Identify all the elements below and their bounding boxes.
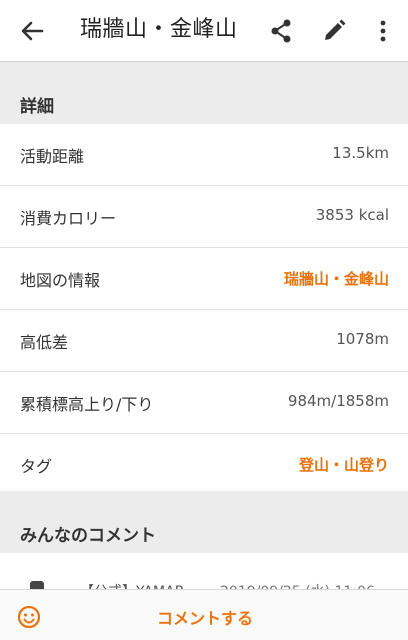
edit-pencil-icon[interactable] [320,17,348,45]
comment-button[interactable]: コメントする [130,605,280,629]
detail-value: 984m/1858m [287,392,389,410]
avatar [30,581,44,589]
detail-label: 高低差 [20,333,69,352]
detail-label: 地図の情報 [20,271,101,290]
tag-link[interactable]: 登山・山登り [299,454,389,475]
app-bar: 瑞牆山・金峰山 [0,0,408,62]
comments-section-header: みんなのコメント [0,491,408,553]
share-icon[interactable] [267,17,295,45]
comments-heading: みんなのコメント [20,526,156,546]
detail-value: 13.5km [332,144,389,162]
detail-row-cumulative-elevation: 累積標高上り/下り 984m/1858m [0,372,408,434]
detail-row-distance: 活動距離 13.5km [0,124,408,186]
detail-value: 1078m [336,330,389,348]
more-vert-icon[interactable] [369,17,397,45]
detail-label: タグ [20,457,53,476]
detail-value: 3853 kcal [315,206,389,224]
detail-row-tags[interactable]: タグ 登山・山登り [0,434,408,491]
detail-label: 活動距離 [20,147,85,166]
comment-author[interactable]: 【公式】YAMAP [80,581,183,589]
comment-item[interactable]: 【公式】YAMAP 2019/09/25 (水) 11:06 [0,553,408,589]
detail-label: 累積標高上り/下り [20,395,154,414]
smiley-icon[interactable] [17,605,41,629]
detail-row-calories: 消費カロリー 3853 kcal [0,186,408,248]
bottom-comment-bar: コメントする [0,589,408,640]
page-title: 瑞牆山・金峰山 [80,17,238,42]
detail-label: 消費カロリー [20,209,117,228]
detail-row-map-info[interactable]: 地図の情報 瑞牆山・金峰山 [0,248,408,310]
details-heading: 詳細 [20,97,54,117]
details-section-header: 詳細 [0,62,408,124]
map-link[interactable]: 瑞牆山・金峰山 [284,268,389,289]
back-arrow-icon[interactable] [18,18,46,44]
comment-date: 2019/09/25 (水) 11:06 [220,581,375,589]
detail-row-elevation-diff: 高低差 1078m [0,310,408,372]
